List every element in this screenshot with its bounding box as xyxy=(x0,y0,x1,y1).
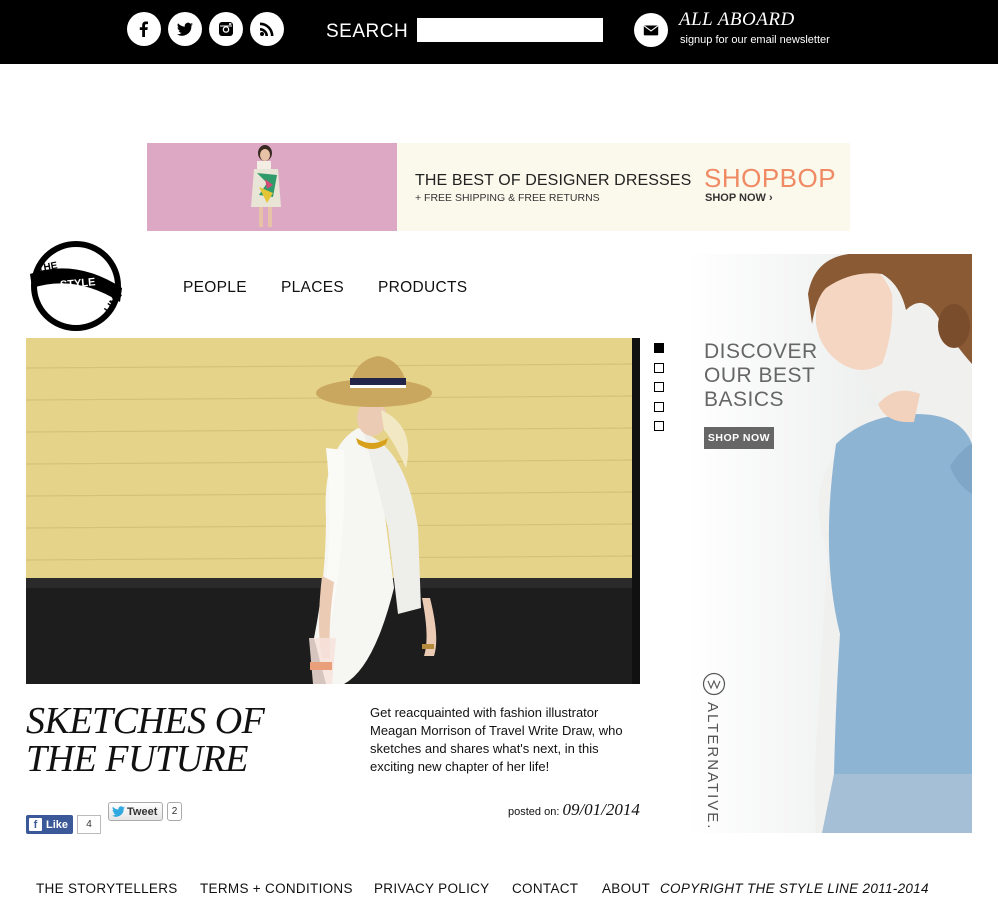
article-description: Get reacquainted with fashion illustrato… xyxy=(370,705,623,774)
banner-shop-now-link[interactable]: SHOP NOW › xyxy=(705,192,773,204)
footer-link-privacy[interactable]: PRIVACY POLICY xyxy=(374,881,490,896)
mail-icon[interactable] xyxy=(634,13,668,47)
posted-date: posted on: 09/01/2014 xyxy=(508,800,640,820)
site-logo[interactable]: THE STYLE LINE xyxy=(28,240,125,332)
footer-link-storytellers[interactable]: THE STORYTELLERS xyxy=(36,881,178,896)
side-ad-title-line-3: BASICS xyxy=(704,388,785,411)
nav-places[interactable]: PLACES xyxy=(281,279,344,297)
like-label: Like xyxy=(46,818,69,831)
side-ad-shop-now-button[interactable]: SHOP NOW xyxy=(704,427,774,449)
article-title-line-2: THE FUTURE xyxy=(26,738,248,780)
banner-headline: THE BEST OF DESIGNER DRESSES xyxy=(415,172,692,189)
tweet-label: Tweet xyxy=(127,805,158,818)
footer-link-about[interactable]: ABOUT xyxy=(602,881,650,896)
slider-dot-1[interactable] xyxy=(654,343,664,353)
twitter-bird-icon xyxy=(112,806,125,817)
facebook-logo-icon: f xyxy=(29,818,42,831)
hero-image[interactable] xyxy=(26,338,640,684)
alternative-logo-icon xyxy=(702,672,726,696)
copyright-text: COPYRIGHT THE STYLE LINE 2011-2014 xyxy=(660,881,929,896)
newsletter-subtitle[interactable]: signup for our email newsletter xyxy=(680,34,830,46)
rss-icon[interactable] xyxy=(250,12,284,46)
article-title-line-1: SKETCHES OF xyxy=(26,700,265,742)
footer-link-terms[interactable]: TERMS + CONDITIONS xyxy=(200,881,353,896)
banner-subline: + FREE SHIPPING & FREE RETURNS xyxy=(415,192,600,204)
top-bar: SEARCH ALL ABOARD signup for our email n… xyxy=(0,0,998,64)
slider-dot-4[interactable] xyxy=(654,402,664,412)
shopbop-banner-ad[interactable]: THE BEST OF DESIGNER DRESSES + FREE SHIP… xyxy=(147,143,850,231)
tweet-count: 2 xyxy=(167,802,182,821)
slider-dot-3[interactable] xyxy=(654,382,664,392)
instagram-icon[interactable] xyxy=(209,12,243,46)
search-label: SEARCH xyxy=(326,21,409,42)
facebook-icon[interactable] xyxy=(127,12,161,46)
search-input[interactable] xyxy=(417,18,603,42)
posted-date-value: 09/01/2014 xyxy=(562,800,640,819)
nav-people[interactable]: PEOPLE xyxy=(183,279,247,297)
article-title[interactable]: SKETCHES OF THE FUTURE xyxy=(26,700,265,780)
tweet-button[interactable]: Tweet xyxy=(108,802,164,821)
newsletter-title[interactable]: ALL ABOARD xyxy=(679,9,795,31)
twitter-icon[interactable] xyxy=(168,12,202,46)
side-ad-title-line-1: DISCOVER xyxy=(704,340,818,363)
like-count: 4 xyxy=(77,815,101,834)
banner-brand: SHOPBOP xyxy=(704,163,837,193)
nav-products[interactable]: PRODUCTS xyxy=(378,279,467,297)
slider-dot-2[interactable] xyxy=(654,363,664,373)
alternative-side-ad[interactable]: DISCOVER OUR BEST BASICS SHOP NOW ALTERN… xyxy=(686,254,972,833)
side-ad-title-line-2: OUR BEST xyxy=(704,364,816,387)
side-ad-title: DISCOVER OUR BEST BASICS xyxy=(704,340,818,412)
footer-link-contact[interactable]: CONTACT xyxy=(512,881,578,896)
facebook-like-button[interactable]: f Like xyxy=(26,815,74,834)
side-ad-brand: ALTERNATIVE. xyxy=(704,702,721,831)
slider-dot-5[interactable] xyxy=(654,421,664,431)
posted-label: posted on: xyxy=(508,806,560,818)
banner-model-image xyxy=(147,143,397,231)
